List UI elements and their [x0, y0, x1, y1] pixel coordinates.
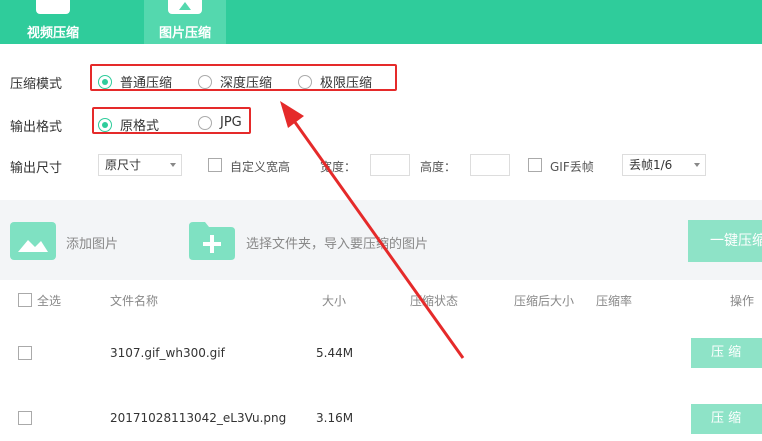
radio-dot [298, 74, 312, 89]
col-header-size: 大小 [322, 294, 347, 308]
radio-label: JPG [220, 115, 242, 130]
select-folder-button[interactable]: 选择文件夹，导入要压缩的图片 [246, 233, 428, 252]
height-input[interactable] [470, 154, 510, 176]
add-image-button[interactable]: 添加图片 [66, 233, 118, 252]
radio-normal-compress[interactable]: 普通压缩 [98, 72, 172, 91]
radio-jpg-format[interactable]: JPG [198, 115, 242, 130]
file-size: 3.16M [316, 411, 354, 425]
col-header-name: 文件名称 [110, 294, 159, 308]
select-all-checkbox[interactable] [18, 293, 32, 307]
radio-label: 极限压缩 [320, 76, 373, 91]
video-icon [36, 0, 70, 14]
gif-drop-select-value: 丢帧1/6 [629, 158, 673, 172]
radio-label: 普通压缩 [120, 76, 173, 91]
chevron-down-icon [170, 163, 176, 167]
top-tab-bar: 视频压缩 图片压缩 [0, 0, 762, 44]
custom-size-checkbox[interactable] [208, 158, 222, 172]
width-label: 宽度： [320, 160, 357, 174]
gif-drop-label: GIF丢帧 [550, 160, 594, 174]
row-checkbox[interactable] [18, 346, 32, 360]
compress-button[interactable]: 压 缩 [691, 404, 762, 434]
gif-drop-select[interactable]: 丢帧1/6 [622, 154, 706, 176]
radio-extreme-compress[interactable]: 极限压缩 [298, 72, 372, 91]
col-header-status: 压缩状态 [410, 294, 459, 308]
col-header-action: 操作 [730, 294, 755, 308]
width-input[interactable] [370, 154, 410, 176]
radio-dot [98, 74, 112, 89]
chevron-down-icon [694, 163, 700, 167]
tab-image-compress[interactable]: 图片压缩 [144, 0, 226, 44]
radio-label: 深度压缩 [220, 76, 273, 91]
custom-size-label: 自定义宽高 [230, 160, 291, 174]
radio-dot [198, 74, 212, 89]
folder-plus-icon[interactable] [189, 222, 235, 260]
radio-label: 原格式 [120, 119, 160, 134]
tab-label: 图片压缩 [158, 26, 211, 41]
size-select[interactable]: 原尺寸 [98, 154, 182, 176]
one-click-compress-button[interactable]: 一键压缩 [688, 220, 762, 262]
size-select-value: 原尺寸 [105, 158, 142, 172]
image-icon [168, 0, 202, 14]
radio-deep-compress[interactable]: 深度压缩 [198, 72, 272, 91]
add-image-icon[interactable] [10, 222, 56, 260]
tab-label: 视频压缩 [26, 26, 79, 41]
height-label: 高度： [420, 160, 457, 174]
gif-drop-checkbox[interactable] [528, 158, 542, 172]
select-all-label: 全选 [37, 294, 62, 308]
col-header-after-size: 压缩后大小 [514, 294, 575, 308]
output-format-label: 输出格式 [10, 120, 63, 135]
compress-button[interactable]: 压 缩 [691, 338, 762, 368]
output-size-label: 输出尺寸 [10, 161, 63, 176]
file-name: 20171028113042_eL3Vu.png [110, 411, 287, 425]
file-size: 5.44M [316, 346, 354, 360]
col-header-ratio: 压缩率 [596, 294, 633, 308]
radio-original-format[interactable]: 原格式 [98, 115, 159, 134]
tab-video-compress[interactable]: 视频压缩 [12, 0, 94, 44]
file-name: 3107.gif_wh300.gif [110, 346, 225, 360]
radio-dot [198, 115, 212, 130]
radio-dot [98, 117, 112, 132]
compress-mode-label: 压缩模式 [10, 77, 63, 92]
row-checkbox[interactable] [18, 411, 32, 425]
